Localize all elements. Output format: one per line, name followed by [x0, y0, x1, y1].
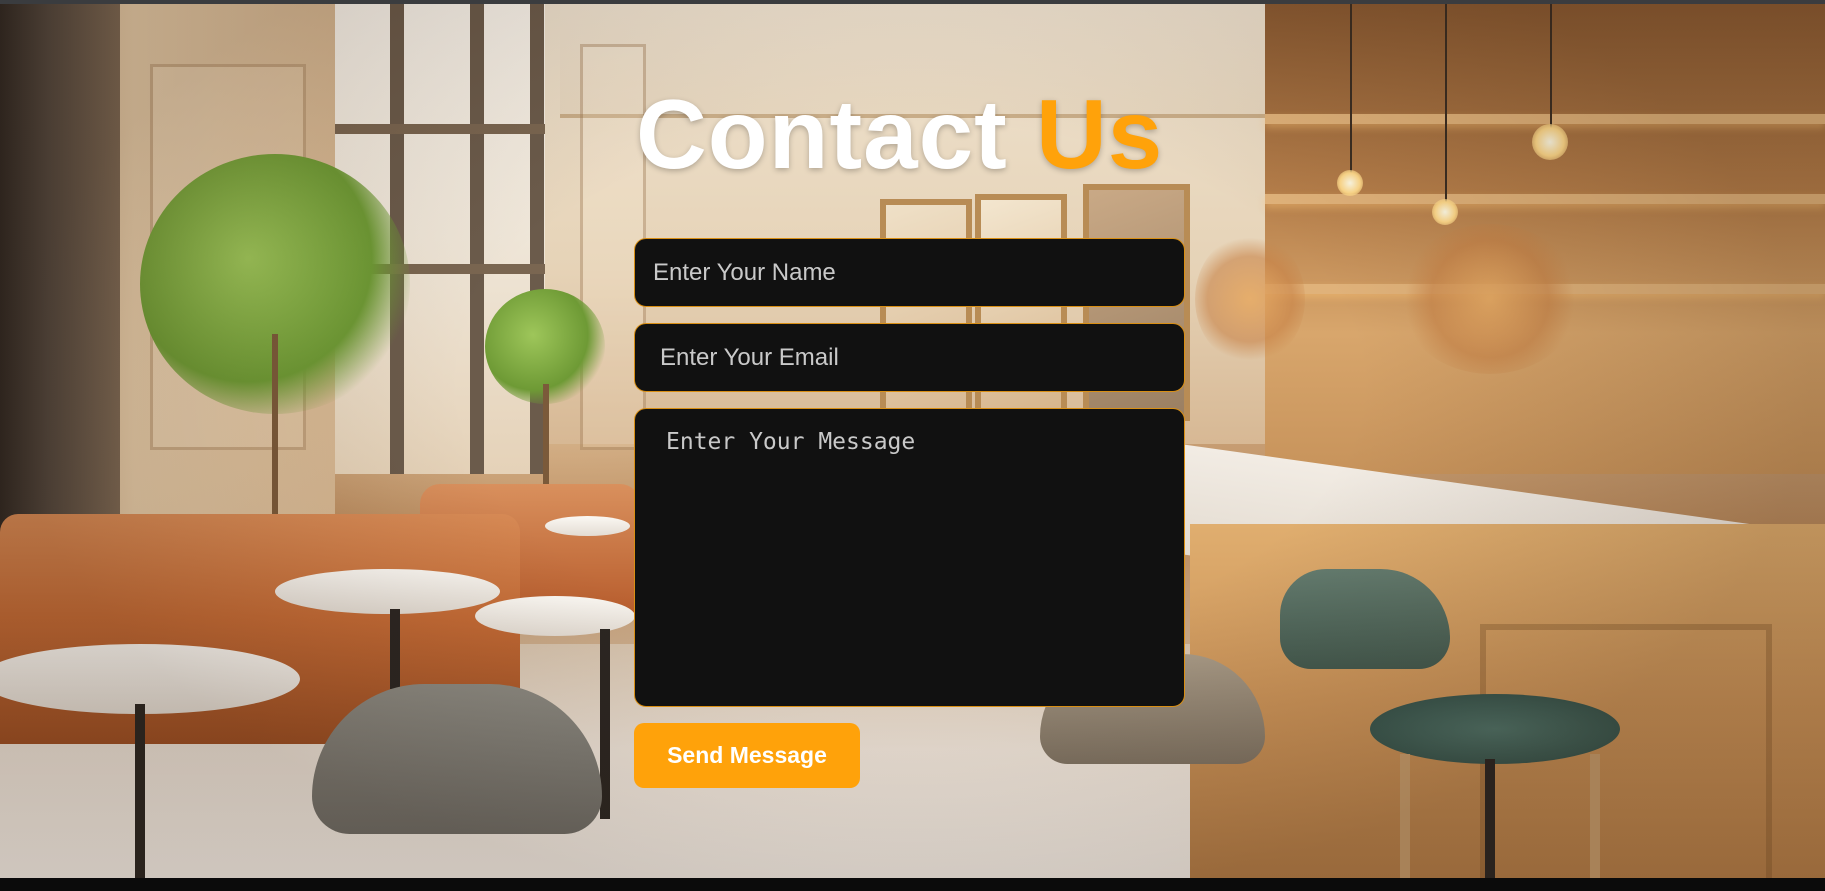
bottom-border [0, 878, 1825, 891]
contact-page: Contact Us Send Message [0, 0, 1825, 891]
message-textarea[interactable] [634, 408, 1185, 707]
title-word-accent: Us [1036, 79, 1164, 189]
name-input[interactable] [634, 238, 1185, 307]
title-word-primary: Contact [636, 79, 1008, 189]
page-title: Contact Us [636, 80, 1163, 188]
email-input[interactable] [634, 323, 1185, 392]
send-message-button[interactable]: Send Message [634, 723, 860, 788]
